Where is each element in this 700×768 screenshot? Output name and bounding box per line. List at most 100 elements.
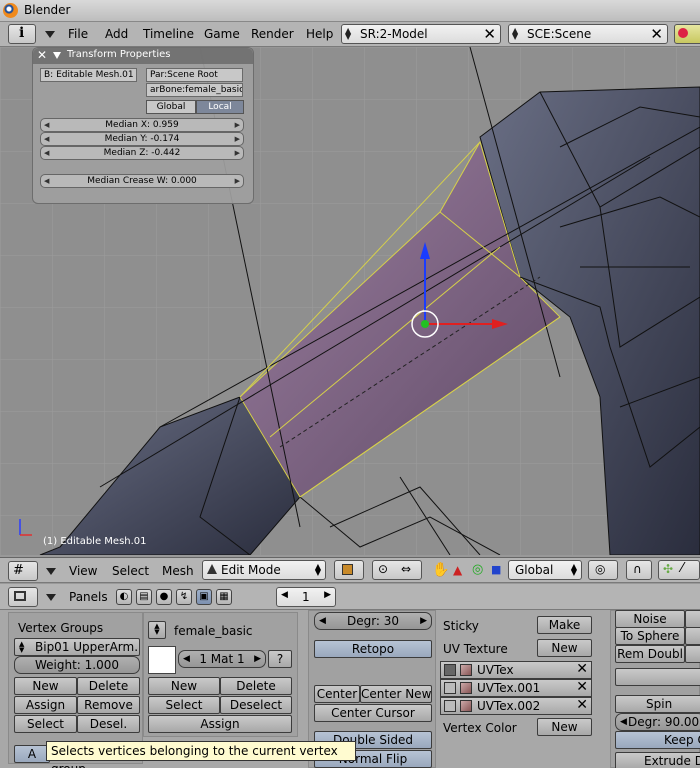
hand-icon[interactable]: ✋: [432, 562, 449, 578]
logic-context-icon[interactable]: ◐: [116, 589, 132, 605]
global-toggle[interactable]: Global: [146, 100, 196, 114]
draw-type-button[interactable]: [334, 560, 364, 580]
rotate-icon[interactable]: ◎: [472, 562, 483, 577]
uv-layer-row[interactable]: UVTex.002 ✕: [440, 697, 592, 715]
median-z-field[interactable]: ◀ Median Z: -0.442 ▶: [40, 146, 244, 160]
proportional-edit-button[interactable]: ◎: [588, 560, 618, 580]
rem-doubles-button[interactable]: Rem Doubl: [615, 645, 685, 663]
menu-mesh[interactable]: Mesh: [162, 564, 194, 578]
collapse-triangle-icon[interactable]: [53, 52, 61, 59]
active-render-icon[interactable]: [444, 664, 456, 676]
orientation-selector[interactable]: Global ▲ ▼: [508, 560, 582, 580]
texture-icon[interactable]: [460, 664, 472, 676]
buttons-window-type-button[interactable]: [8, 587, 38, 607]
menu-game[interactable]: Game: [204, 27, 240, 41]
select-mode-button[interactable]: ✣ ⁄: [658, 560, 700, 580]
material-index-field[interactable]: ◀ 1 Mat 1 ▶: [178, 650, 266, 668]
translate-icon[interactable]: ▲: [453, 563, 462, 577]
extrude-dup-button[interactable]: Extrude D: [615, 752, 700, 768]
retopo-toggle[interactable]: Retopo: [314, 640, 432, 658]
object-context-icon[interactable]: ↯: [176, 589, 192, 605]
vertex-group-selector[interactable]: Bip01 UpperArm.R: [14, 638, 140, 656]
script-context-icon[interactable]: ▤: [136, 589, 152, 605]
delete-uv-icon[interactable]: ✕: [576, 697, 588, 713]
material-assign-button[interactable]: Assign: [148, 715, 292, 733]
vertex-color-new-button[interactable]: New: [537, 718, 592, 736]
bone-field[interactable]: arBone:female_basic: [146, 83, 243, 97]
editing-context-icon[interactable]: ▣: [196, 589, 212, 605]
window-type-button[interactable]: #: [8, 561, 38, 581]
render-icon[interactable]: [444, 700, 456, 712]
texture-icon[interactable]: [460, 700, 472, 712]
material-color-swatch[interactable]: [148, 646, 176, 674]
pivot-button[interactable]: ⊙ ⇔: [372, 560, 422, 580]
menu-select[interactable]: Select: [112, 564, 149, 578]
uv-layer-row[interactable]: UVTex ✕: [440, 661, 592, 679]
menu-render[interactable]: Render: [251, 27, 294, 41]
median-crease-field[interactable]: ◀ Median Crease W: 0.000 ▶: [40, 174, 244, 188]
center-button[interactable]: Center: [314, 685, 360, 703]
degr-field[interactable]: ◀ Degr: 30 ▶: [314, 612, 432, 630]
median-y-field[interactable]: ◀ Median Y: -0.174 ▶: [40, 132, 244, 146]
object-name-field[interactable]: B: Editable Mesh.01: [40, 68, 137, 82]
scale-icon[interactable]: ■: [491, 563, 501, 576]
renderer-button[interactable]: [674, 24, 700, 44]
texture-icon[interactable]: [460, 682, 472, 694]
menu-add[interactable]: Add: [105, 27, 128, 41]
close-icon[interactable]: ✕: [37, 48, 47, 62]
material-help-button[interactable]: ?: [268, 650, 292, 668]
delete-uv-icon[interactable]: ✕: [576, 679, 588, 695]
collapse-menu-icon[interactable]: [46, 594, 56, 601]
menu-timeline[interactable]: Timeline: [143, 27, 194, 41]
frame-field[interactable]: ◀ 1 ▶: [276, 587, 336, 607]
menu-file[interactable]: File: [68, 27, 88, 41]
delete-screen-icon[interactable]: ✕: [483, 25, 496, 43]
center-cursor-button[interactable]: Center Cursor: [314, 704, 432, 722]
mesh-browse-button[interactable]: ▲ ▼: [148, 621, 166, 639]
parent-field[interactable]: Par:Scene Root: [146, 68, 243, 82]
panel-title-bar[interactable]: ✕ Transform Properties: [33, 48, 253, 64]
partial-button[interactable]: [685, 645, 700, 663]
vertex-group-new-button[interactable]: New: [14, 677, 77, 695]
weight-field[interactable]: Weight: 1.000: [14, 656, 140, 674]
spin-degr-field[interactable]: ◀ Degr: 90.00: [615, 713, 700, 731]
collapse-menu-icon[interactable]: [46, 568, 56, 575]
mode-selector[interactable]: Edit Mode ▲ ▼: [202, 560, 326, 580]
partial-wide-button[interactable]: [615, 668, 700, 686]
material-new-button[interactable]: New: [148, 677, 220, 695]
vertex-group-select-button[interactable]: Select: [14, 715, 77, 733]
sticky-make-button[interactable]: Make: [537, 616, 592, 634]
snap-button[interactable]: ∩: [626, 560, 652, 580]
uv-layer-row[interactable]: UVTex.001 ✕: [440, 679, 592, 697]
menu-view[interactable]: View: [69, 564, 97, 578]
vertex-group-delete-button[interactable]: Delete: [77, 677, 140, 695]
active-button-partial[interactable]: A: [14, 745, 50, 763]
collapse-menu-icon[interactable]: [45, 31, 55, 38]
vertex-group-remove-button[interactable]: Remove: [77, 696, 140, 714]
material-select-button[interactable]: Select: [148, 696, 220, 714]
delete-scene-icon[interactable]: ✕: [650, 25, 663, 43]
noise-button[interactable]: Noise: [615, 610, 685, 628]
uv-texture-new-button[interactable]: New: [537, 639, 592, 657]
partial-button[interactable]: [685, 627, 700, 645]
scene-context-icon[interactable]: ▦: [216, 589, 232, 605]
material-delete-button[interactable]: Delete: [220, 677, 292, 695]
vertex-group-deselect-button[interactable]: Desel.: [77, 715, 140, 733]
local-toggle[interactable]: Local: [196, 100, 244, 114]
screen-selector[interactable]: ▲ ▼ SR:2-Model ✕: [341, 24, 501, 44]
vertex-group-assign-button[interactable]: Assign: [14, 696, 77, 714]
info-window-type-button[interactable]: i: [8, 24, 36, 44]
material-deselect-button[interactable]: Deselect: [220, 696, 292, 714]
median-x-field[interactable]: ◀ Median X: 0.959 ▶: [40, 118, 244, 132]
keep-original-toggle[interactable]: Keep O: [615, 731, 700, 749]
center-new-button[interactable]: Center New: [360, 685, 432, 703]
delete-uv-icon[interactable]: ✕: [576, 661, 588, 677]
partial-button[interactable]: [685, 610, 700, 628]
render-icon[interactable]: [444, 682, 456, 694]
menu-help[interactable]: Help: [306, 27, 333, 41]
spin-button[interactable]: Spin: [615, 695, 700, 713]
shading-context-icon[interactable]: ●: [156, 589, 172, 605]
to-sphere-button[interactable]: To Sphere: [615, 627, 685, 645]
scene-selector[interactable]: ▲ ▼ SCE:Scene ✕: [508, 24, 668, 44]
panels-menu[interactable]: Panels: [69, 590, 108, 604]
